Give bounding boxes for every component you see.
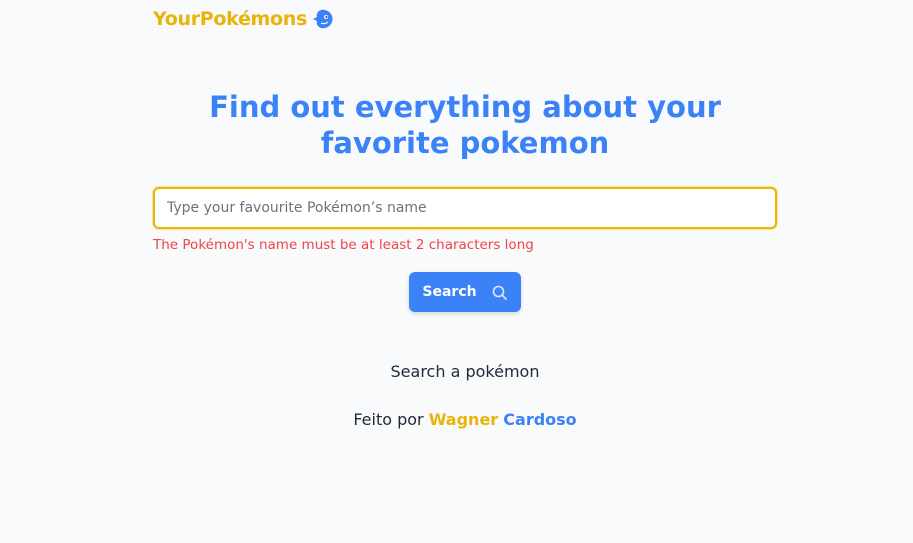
hero: Find out everything about your favorite … [0,89,913,161]
validation-error-message: The Pokémon's name must be at least 2 ch… [153,237,534,253]
author-last-name-link[interactable]: Cardoso [503,410,576,429]
brand-logo-link[interactable]: YourPokémons [153,8,334,30]
page: YourPokémons Find out everything about y… [0,0,913,543]
page-title: Find out everything about your favorite … [209,90,721,160]
search-icon [491,284,508,301]
credit-prefix: Feito por [353,410,424,429]
search-button-label: Search [422,284,477,300]
search-button[interactable]: Search [409,272,521,312]
author-first-name-link[interactable]: Wagner [429,410,498,429]
search-status-text: Search a pokémon [390,362,540,381]
pokemon-search-input[interactable] [153,187,777,229]
footer-credit: Feito por Wagner Cardoso [0,410,913,429]
pokemon-head-icon [312,8,334,30]
brand-name: YourPokémons [153,8,308,30]
